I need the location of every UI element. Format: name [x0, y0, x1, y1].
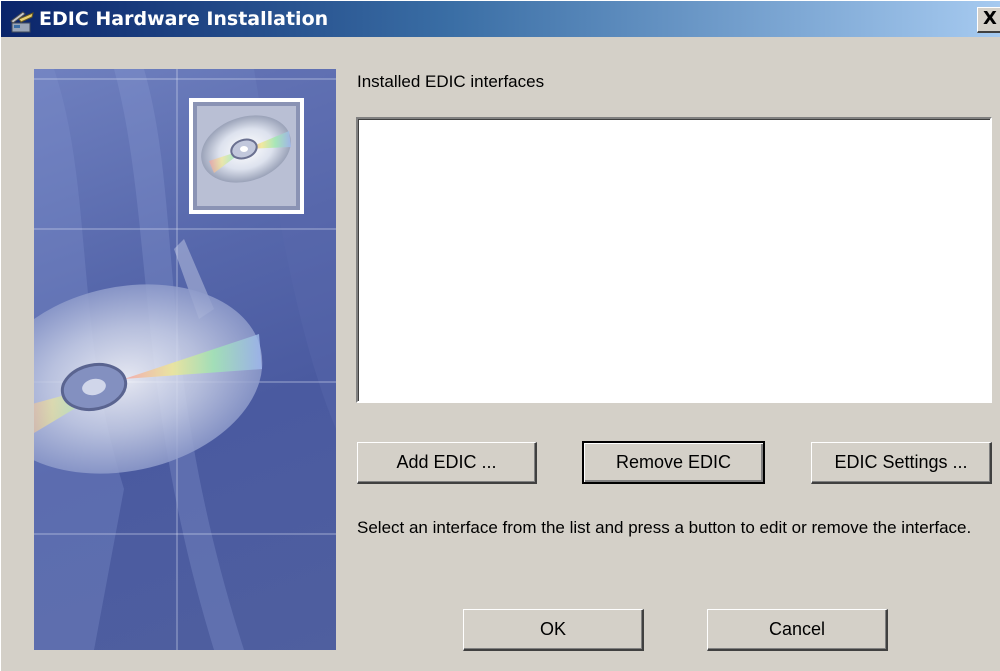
cd-disc-artwork — [34, 69, 336, 650]
remove-edic-button[interactable]: Remove EDIC — [582, 441, 765, 484]
instruction-text: Select an interface from the list and pr… — [357, 518, 972, 537]
interfaces-listbox[interactable] — [356, 117, 992, 403]
dialog-window: EDIC Hardware Installation X Installed E… — [0, 0, 1000, 671]
close-button[interactable]: X — [977, 7, 1000, 33]
close-icon: X — [983, 8, 997, 29]
hardware-install-icon — [9, 9, 35, 35]
edic-settings-button[interactable]: EDIC Settings ... — [811, 442, 992, 484]
cancel-button[interactable]: Cancel — [707, 609, 888, 651]
installed-interfaces-label: Installed EDIC interfaces — [357, 72, 545, 91]
add-edic-button[interactable]: Add EDIC ... — [357, 442, 537, 484]
ok-button[interactable]: OK — [463, 609, 644, 651]
title-bar[interactable]: EDIC Hardware Installation X — [1, 1, 1000, 41]
window-title: EDIC Hardware Installation — [39, 8, 329, 30]
